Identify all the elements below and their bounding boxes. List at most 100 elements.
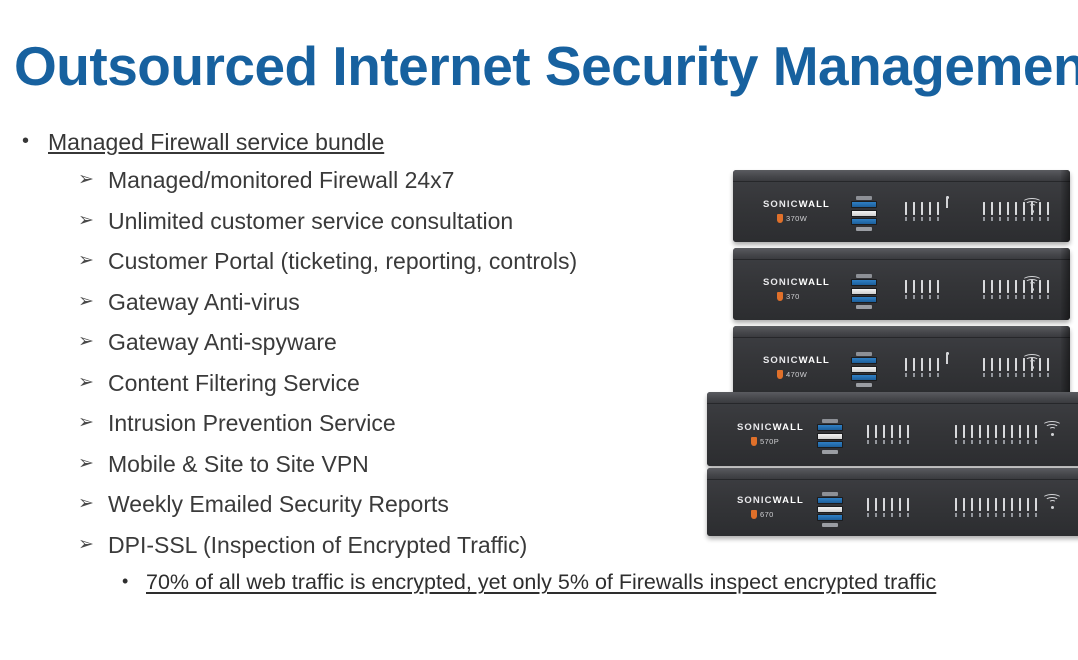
led-caption-mark: [999, 217, 1001, 221]
led-caption-mark: [991, 373, 993, 377]
list-item-level2-label: DPI-SSL (Inspection of Encrypted Traffic…: [108, 531, 528, 558]
signal-base-dot: [1051, 506, 1054, 509]
antenna-mast: [946, 197, 948, 208]
led-indicator: [867, 498, 869, 511]
led-indicator: [983, 358, 985, 371]
led-indicator: [929, 202, 931, 215]
led-indicator: [955, 498, 957, 511]
list-item-level2-label: Intrusion Prevention Service: [108, 410, 396, 437]
list-item-level2: ➢ Content Filtering Service: [0, 363, 700, 404]
port-label-strip: [822, 419, 838, 423]
led-indicator: [937, 202, 939, 215]
led-caption-mark: [1019, 513, 1021, 517]
bullet-list: • Managed Firewall service bundle ➢ Manag…: [0, 128, 936, 597]
list-item-level3: • 70% of all web traffic is encrypted, y…: [0, 569, 936, 597]
sub-list: ➢ Managed/monitored Firewall 24x7 ➢ Unlimit…: [0, 160, 700, 565]
led-indicator: [971, 498, 973, 511]
arrowhead-bullet-icon: ➢: [78, 452, 94, 474]
led-indicator: [983, 202, 985, 215]
port-white: [851, 287, 877, 295]
port-blue: [851, 296, 877, 303]
brand-text-sonic: SONIC: [737, 495, 773, 506]
led-caption-mark: [1015, 295, 1017, 299]
model-number-label: 470W: [786, 370, 808, 379]
port-white: [851, 365, 877, 373]
led-caption-mark: [1003, 513, 1005, 517]
shield-icon: [751, 510, 757, 519]
led-caption-mark: [1039, 373, 1041, 377]
port-label-strip: [856, 196, 872, 200]
led-indicator: [971, 425, 973, 438]
shield-icon: [777, 214, 783, 223]
shield-icon: [751, 437, 757, 446]
led-group-ports-labels: [905, 295, 945, 299]
led-group-status: [983, 280, 1055, 293]
led-caption-mark: [921, 217, 923, 221]
led-group-status: [955, 498, 1043, 511]
list-item-level3-label: 70% of all web traffic is encrypted, yet…: [146, 570, 937, 595]
led-caption-mark: [999, 295, 1001, 299]
led-indicator: [921, 280, 923, 293]
led-indicator: [963, 425, 965, 438]
sonicwall-logo: SONICWALL: [763, 277, 830, 288]
sonicwall-logo: SONICWALL: [737, 422, 804, 433]
firewall-appliance: SONICWALL 370W: [733, 170, 1070, 242]
led-caption-mark: [899, 513, 901, 517]
led-group-ports: [905, 280, 945, 293]
antenna-mast: [946, 353, 948, 364]
led-caption-mark: [929, 373, 931, 377]
list-item-level2: ➢ DPI-SSL (Inspection of Encrypted Traffi…: [0, 525, 700, 566]
port-blue: [851, 201, 877, 208]
list-item-level2-label: Gateway Anti-spyware: [108, 329, 337, 356]
signal-arc: [1048, 500, 1056, 505]
model-badge: 370: [777, 292, 800, 301]
signal-arc: [1028, 204, 1036, 209]
led-indicator: [979, 498, 981, 511]
led-indicator: [1027, 498, 1029, 511]
arrowhead-bullet-icon: ➢: [78, 371, 94, 393]
signal-strength-icon: [1022, 198, 1042, 214]
led-caption-mark: [1023, 217, 1025, 221]
led-indicator: [1015, 280, 1017, 293]
led-group-ports-labels: [867, 440, 915, 444]
led-caption-mark: [1047, 373, 1049, 377]
led-caption-mark: [995, 513, 997, 517]
firewall-appliance: SONICWALL 670: [707, 468, 1078, 536]
led-group-ports-labels: [867, 513, 915, 517]
signal-strength-icon: [1022, 276, 1042, 292]
port-label-strip: [822, 522, 838, 527]
led-indicator: [905, 280, 907, 293]
chassis-top-surface: [733, 326, 1070, 338]
brand-text-wall: WALL: [798, 199, 830, 210]
led-caption-mark: [955, 513, 957, 517]
led-group-status-labels: [955, 440, 1043, 444]
led-caption-mark: [983, 295, 985, 299]
port-label-strip: [856, 382, 872, 387]
bullet-dot-small-icon: •: [122, 571, 129, 592]
led-indicator: [905, 358, 907, 371]
led-caption-mark: [875, 513, 877, 517]
arrowhead-bullet-icon: ➢: [78, 533, 94, 555]
firewall-appliance: SONICWALL 570P: [707, 392, 1078, 466]
led-caption-mark: [983, 373, 985, 377]
chassis-top-surface: [707, 392, 1078, 404]
chassis-top-surface: [733, 248, 1070, 260]
led-caption-mark: [921, 373, 923, 377]
sonicwall-logo: SONICWALL: [737, 495, 804, 506]
brand-text-wall: WALL: [798, 277, 830, 288]
led-indicator: [899, 498, 901, 511]
led-caption-mark: [995, 440, 997, 444]
led-indicator: [891, 498, 893, 511]
led-indicator: [1007, 280, 1009, 293]
led-caption-mark: [929, 295, 931, 299]
list-item-level2-label: Mobile & Site to Site VPN: [108, 450, 369, 477]
led-caption-mark: [979, 440, 981, 444]
port-blue: [817, 441, 843, 448]
signal-strength-icon: [1022, 354, 1042, 370]
led-caption-mark: [971, 440, 973, 444]
led-caption-mark: [1007, 373, 1009, 377]
port-blue: [817, 514, 843, 521]
sonicwall-logo: SONICWALL: [763, 355, 830, 366]
chassis-top-surface: [707, 468, 1078, 480]
led-indicator: [983, 280, 985, 293]
